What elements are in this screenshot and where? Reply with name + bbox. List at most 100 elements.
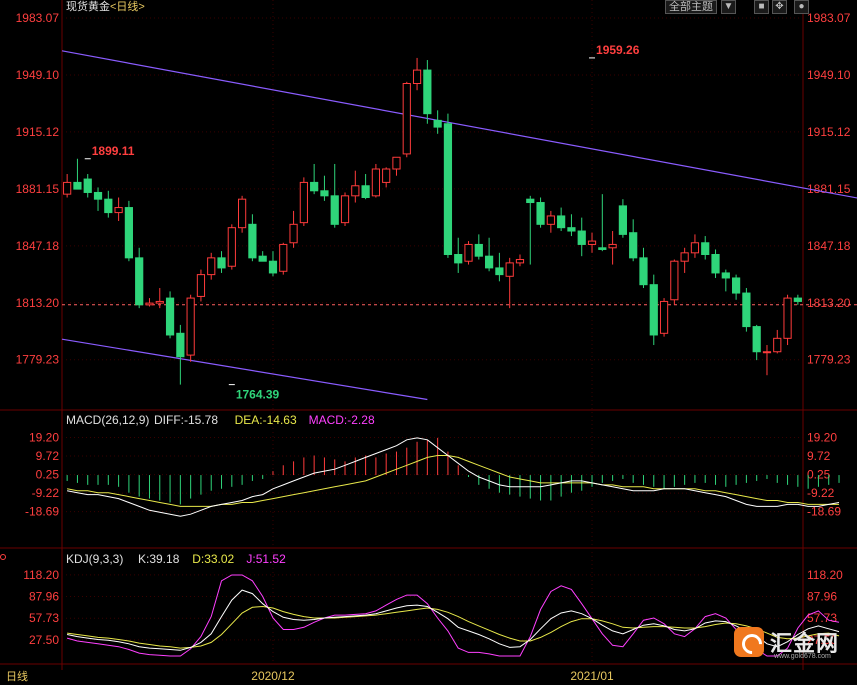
theme-dropdown[interactable]: 全部主题 (665, 0, 717, 14)
theme-label: 全部主题 (669, 1, 713, 13)
candle-body (299, 181, 308, 224)
candle-body (320, 190, 329, 197)
instrument-name: 现货黄金 (66, 1, 110, 13)
circle-icon[interactable]: ● (794, 0, 809, 14)
candle-body (63, 181, 72, 195)
candle-body (248, 223, 257, 259)
price-tick-label-right: 1847.18 (807, 239, 851, 253)
move-icon[interactable]: ✥ (772, 0, 787, 14)
candle-body (217, 257, 226, 269)
candle-body (124, 207, 133, 259)
k-line (67, 589, 840, 651)
candle-body (73, 181, 82, 190)
candle-body (587, 240, 597, 245)
candle-body (330, 195, 339, 225)
candle-body (135, 257, 144, 306)
dea-line (67, 455, 839, 507)
candle-body (186, 297, 195, 356)
candle-body (721, 272, 730, 279)
candle-body (351, 185, 360, 197)
macd-tick-label-right: -9.22 (807, 486, 835, 500)
macd-tick-label-right: 19.20 (807, 430, 837, 444)
instrument-title: 现货黄金<日线> (66, 0, 145, 14)
candle-body (93, 191, 103, 200)
diff-line (67, 437, 840, 517)
kdj-indicator-value: J:51.52 (246, 552, 286, 566)
candle-body (238, 198, 247, 229)
candle-body (505, 262, 514, 277)
candle-body (454, 253, 463, 264)
kdj-indicator-value: D:33.02 (192, 552, 234, 566)
candle-body (310, 181, 319, 192)
candle-body (495, 267, 504, 276)
brand-icon (734, 627, 764, 657)
candle-body (83, 178, 92, 193)
trendline (61, 50, 857, 199)
candle-body (608, 243, 617, 249)
candle-body (742, 292, 751, 328)
candle-body (207, 257, 216, 276)
candle-body (155, 300, 164, 304)
candle-body (464, 243, 473, 262)
candle-body (618, 205, 627, 235)
period-label[interactable]: <日线> (110, 1, 145, 13)
macd-indicator-value: DIFF:-15.78 (154, 413, 218, 427)
candle-body (577, 230, 586, 245)
tab-daily[interactable]: 日线 (0, 670, 52, 685)
candle-body (793, 297, 802, 302)
square-icon[interactable]: ■ (754, 0, 769, 14)
candle-body (114, 207, 123, 214)
candle-body (227, 227, 236, 267)
candle-body (402, 82, 411, 155)
candle-body (598, 247, 607, 250)
candle-body (423, 69, 432, 115)
candle-body (382, 168, 391, 183)
dropdown-icon[interactable]: ▼ (721, 0, 736, 14)
candle-body (515, 259, 525, 264)
candle-body (762, 351, 772, 354)
price-tick-label-right: 1881.15 (807, 182, 851, 196)
kdj-tick-label-right: 87.96 (807, 590, 837, 604)
candle-body (268, 260, 278, 274)
candle-body (361, 185, 370, 198)
candle-body (783, 297, 792, 339)
candle-body (340, 195, 350, 224)
kdj-tick-label-left: 87.96 (29, 590, 59, 604)
macd-tick-label-right: 9.72 (807, 449, 831, 463)
price-tick-label-right: 1813.20 (807, 296, 851, 310)
price-tick-label-left: 1915.12 (16, 125, 60, 139)
candle-body (196, 274, 206, 297)
candle-body (649, 284, 658, 336)
candle-body (711, 253, 720, 274)
price-tick-label-left: 1881.15 (16, 182, 60, 196)
date-tick-label: 2020/12 (251, 669, 295, 683)
candle-body (165, 297, 175, 336)
j-line (66, 574, 840, 657)
panel-marker-icon (0, 554, 6, 560)
price-tick-label-left: 1983.07 (16, 11, 60, 25)
candle-body (670, 260, 679, 301)
macd-tick-label-left: -18.69 (25, 505, 59, 519)
candle-body (680, 252, 689, 262)
candle-body (732, 277, 741, 294)
candle-body (546, 215, 555, 225)
candle-body (752, 326, 761, 353)
d-line (67, 605, 840, 649)
price-tick-label-left: 1779.23 (16, 353, 60, 367)
kdj-tick-label-left: 27.50 (29, 633, 59, 647)
candle-body (279, 243, 288, 272)
price-tick-label-left: 1813.20 (16, 296, 60, 310)
candle-body (433, 119, 442, 128)
candle-body (371, 168, 380, 197)
candle-body (474, 243, 483, 257)
candle-body (176, 332, 185, 358)
candle-body (485, 255, 494, 269)
candle-body (104, 198, 113, 214)
date-tick-label: 2021/01 (570, 669, 614, 683)
price-tick-label-right: 1779.23 (807, 353, 851, 367)
candle-body (701, 242, 710, 255)
candle-body (690, 242, 700, 254)
macd-tick-label-left: -9.22 (32, 486, 60, 500)
macd-title: MACD(26,12,9) (66, 413, 149, 427)
extreme-price-label: 1959.26 (596, 43, 640, 57)
